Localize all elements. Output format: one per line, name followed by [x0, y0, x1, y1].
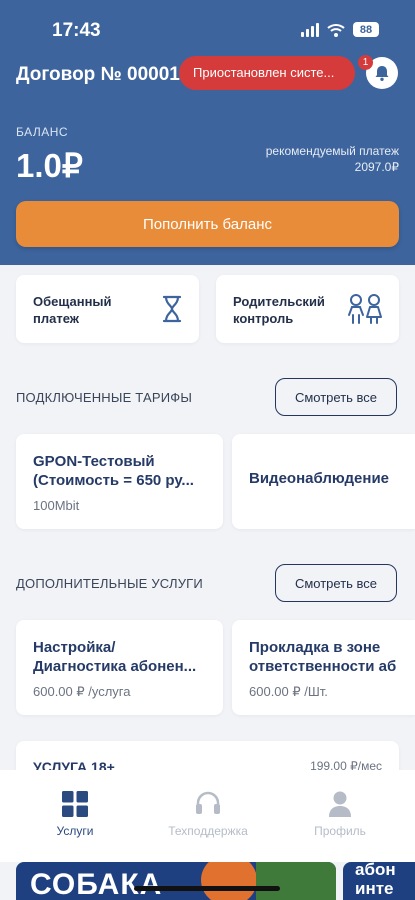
service-card[interactable]: Настройка/ Диагностика абонен... 600.00 … [16, 620, 223, 715]
service-name-line1: Настройка/ [33, 639, 116, 656]
tab-services-label: Услуги [56, 824, 94, 838]
tab-profile-label: Профиль [314, 824, 366, 838]
service-price: 600.00 ₽ /Шт. [249, 684, 328, 699]
bottom-nav: Услуги Техподдержка Профиль [0, 770, 415, 862]
battery-icon: 88 [353, 22, 379, 37]
balance-value: 1.0₽ [16, 147, 83, 184]
wifi-icon [327, 23, 345, 37]
extra-services-see-all-button[interactable]: Смотреть все [275, 564, 397, 602]
status-time: 17:43 [52, 20, 101, 41]
service-name-line2: ответственности аб [249, 658, 397, 675]
signal-icon [301, 22, 319, 37]
recommended-payment-label: рекомендуемый платеж [265, 144, 399, 158]
tariff-speed: 100Mbit [33, 498, 80, 513]
notification-badge: 1 [358, 55, 373, 70]
promised-payment-label: Обещанный платеж [33, 294, 112, 326]
service-name: Настройка/ Диагностика абонен... [33, 638, 213, 676]
promo-background-image [256, 862, 336, 900]
extra-services-section-title: ДОПОЛНИТЕЛЬНЫЕ УСЛУГИ [16, 576, 203, 591]
topup-button[interactable]: Пополнить баланс [16, 201, 399, 247]
parental-control-card[interactable]: Родительский контроль [216, 275, 399, 343]
promo-character-image [201, 862, 257, 900]
tab-support[interactable]: Техподдержка [139, 788, 277, 838]
tariff-name: GPON-Тестовый (Стоимость = 650 ру... [33, 452, 213, 490]
service-card[interactable]: Прокладка в зоне ответственности аб 600.… [232, 620, 415, 715]
promo-secondary-line1: абон [355, 862, 396, 879]
headset-icon [196, 791, 220, 814]
tariff-name-line1: GPON-Тестовый [33, 453, 155, 470]
bell-icon [375, 66, 389, 81]
tariff-name-line2: (Стоимость = 650 ру... [33, 472, 194, 489]
parental-control-label: Родительский контроль [233, 294, 325, 326]
tariff-name: Видеонаблюдение [249, 470, 390, 487]
tariff-card[interactable]: Видеонаблюдение [232, 434, 415, 529]
recommended-payment-value: 2097.0₽ [354, 160, 399, 174]
service-name-line2: Диагностика абонен... [33, 658, 197, 675]
tab-support-label: Техподдержка [168, 824, 248, 838]
balance-label: БАЛАНС [16, 125, 69, 139]
grid-icon [62, 791, 88, 817]
tab-services[interactable]: Услуги [6, 788, 144, 838]
home-indicator [134, 886, 280, 891]
service-name: Прокладка в зоне ответственности аб [249, 638, 415, 676]
tariffs-section-title: ПОДКЛЮЧЕННЫЕ ТАРИФЫ [16, 390, 193, 405]
promo-banner-text: СОБАКА [30, 868, 163, 900]
person-icon [329, 791, 351, 817]
children-icon [348, 294, 382, 324]
hourglass-icon [162, 295, 182, 323]
service-price: 600.00 ₽ /услуга [33, 684, 131, 699]
tariffs-see-all-button[interactable]: Смотреть все [275, 378, 397, 416]
promo-banner-secondary-text: абон инте [355, 862, 396, 898]
contract-title: Договор № 00001 [16, 64, 180, 85]
status-badge[interactable]: Приостановлен систе... [179, 56, 355, 90]
promo-secondary-line2: инте [355, 879, 394, 898]
promo-banner-secondary[interactable]: абон инте [343, 862, 415, 900]
service-name-line1: Прокладка в зоне [249, 639, 381, 656]
promo-banner[interactable]: СОБАКА [16, 862, 336, 900]
status-icons: 88 [301, 22, 379, 37]
tab-profile[interactable]: Профиль [271, 788, 409, 838]
tariff-card[interactable]: GPON-Тестовый (Стоимость = 650 ру... 100… [16, 434, 223, 529]
promised-payment-card[interactable]: Обещанный платеж [16, 275, 199, 343]
